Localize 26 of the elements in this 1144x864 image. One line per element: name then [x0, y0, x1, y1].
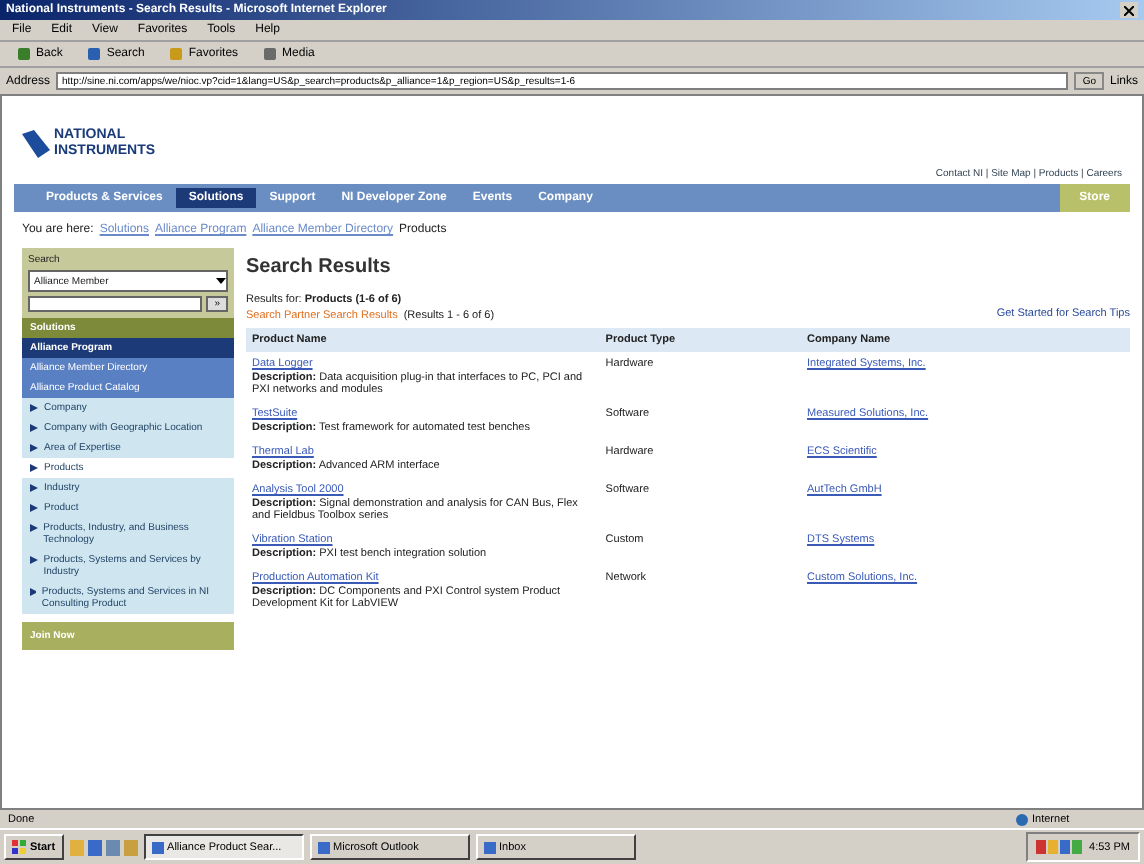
- bullet-icon: [30, 522, 38, 534]
- bullet-icon: [30, 482, 38, 494]
- bullet-icon: [30, 554, 38, 566]
- caret-icon: [216, 276, 226, 286]
- bullet-icon: [30, 586, 36, 598]
- logo-icon: [22, 130, 50, 158]
- window-icon: [483, 841, 496, 853]
- bullet-icon: [30, 402, 38, 414]
- search-field[interactable]: [28, 296, 203, 312]
- close-button[interactable]: [1120, 2, 1138, 18]
- window-icon: [151, 841, 164, 853]
- page-heading: Search Results: [246, 256, 393, 278]
- quick-launch-icons[interactable]: [69, 839, 138, 855]
- close-icon: [1124, 5, 1134, 15]
- window-icon: [317, 841, 330, 853]
- bullet-icon: [30, 462, 38, 474]
- bullet-icon: [30, 502, 38, 514]
- windows-icon: [12, 840, 26, 854]
- toolbar-icon: [262, 46, 279, 62]
- toolbar-icon: [16, 46, 32, 62]
- toolbar-icon: [168, 46, 185, 62]
- bullet-icon: [30, 442, 38, 454]
- tray-icons[interactable]: [1035, 840, 1084, 854]
- globe-icon: [1016, 813, 1028, 825]
- toolbar-icon: [86, 46, 103, 62]
- bullet-icon: [30, 422, 38, 434]
